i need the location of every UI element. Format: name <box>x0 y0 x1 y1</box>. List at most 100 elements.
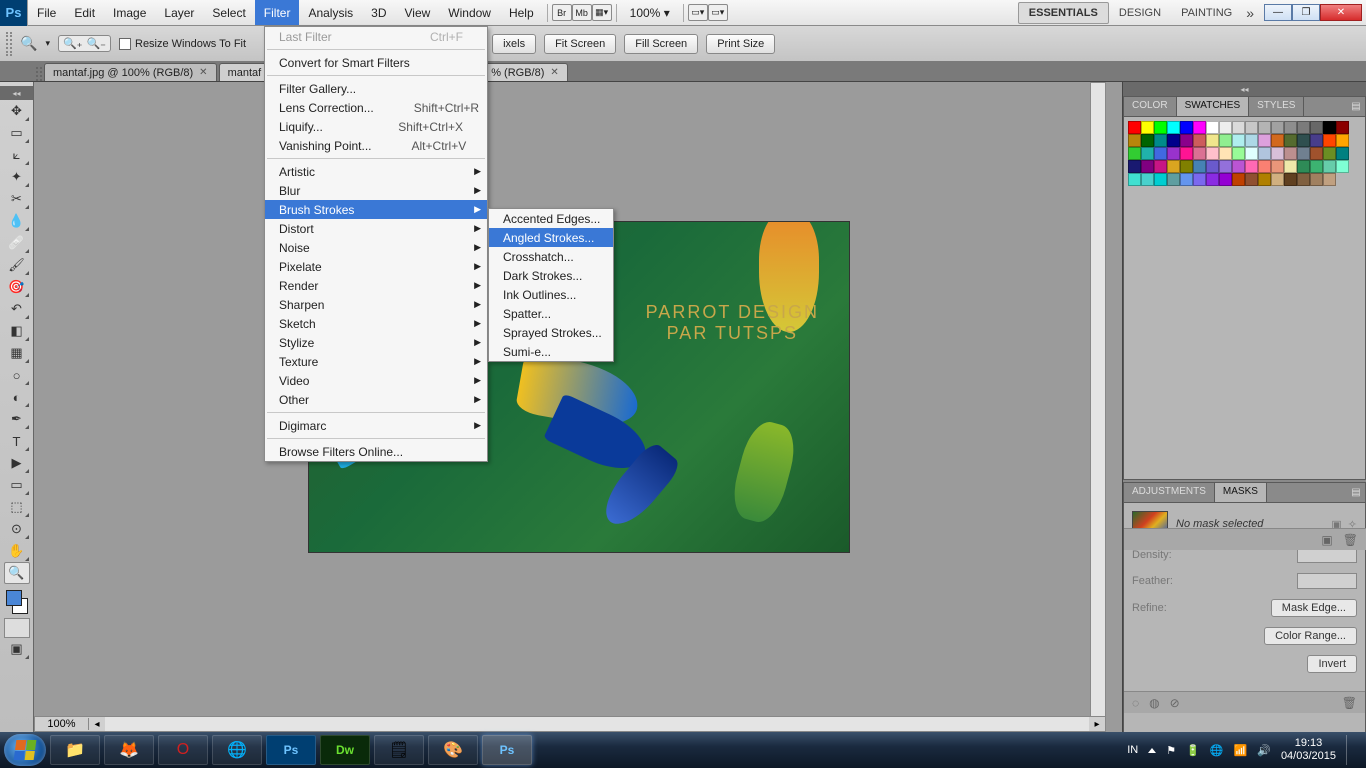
menuitem-convert-for-smart-filters[interactable]: Convert for Smart Filters <box>265 53 487 72</box>
swatch[interactable] <box>1310 173 1323 186</box>
swatch[interactable] <box>1167 134 1180 147</box>
load-selection-icon[interactable]: ◌ <box>1132 696 1139 710</box>
show-desktop-button[interactable] <box>1346 735 1354 765</box>
battery-icon[interactable]: 🔋 <box>1186 744 1200 757</box>
menuitem-other[interactable]: Other▶ <box>265 390 487 409</box>
history-brush-tool[interactable]: ↶ <box>4 298 30 320</box>
screen-mode-button[interactable]: ▭▾ <box>708 4 728 21</box>
3d-tool[interactable]: ⬚ <box>4 496 30 518</box>
crop-tool[interactable]: ✂ <box>4 188 30 210</box>
toolbox-collapse[interactable] <box>0 86 33 100</box>
panels-collapse[interactable] <box>1123 82 1366 96</box>
color-swatches[interactable] <box>4 588 30 616</box>
menuitem-noise[interactable]: Noise▶ <box>265 238 487 257</box>
magic-wand-tool[interactable]: ✦ <box>4 166 30 188</box>
swatch[interactable] <box>1336 147 1349 160</box>
menu-view[interactable]: View <box>395 0 439 25</box>
swatch[interactable] <box>1310 121 1323 134</box>
menuitem-dark-strokes-[interactable]: Dark Strokes... <box>489 266 613 285</box>
swatch[interactable] <box>1232 121 1245 134</box>
swatch[interactable] <box>1232 134 1245 147</box>
swatch[interactable] <box>1258 134 1271 147</box>
swatch[interactable] <box>1258 160 1271 173</box>
swatch[interactable] <box>1323 173 1336 186</box>
close-tab-icon[interactable]: ✕ <box>199 67 207 78</box>
scroll-left-icon[interactable]: ◂ <box>89 719 105 730</box>
menu-image[interactable]: Image <box>104 0 155 25</box>
swatch[interactable] <box>1219 173 1232 186</box>
swatches-grid[interactable] <box>1124 117 1365 190</box>
swatch[interactable] <box>1323 160 1336 173</box>
swatch[interactable] <box>1297 147 1310 160</box>
actual-pixels-button[interactable]: ixels <box>492 34 536 54</box>
swatch[interactable] <box>1271 134 1284 147</box>
swatch[interactable] <box>1128 134 1141 147</box>
menu-filter[interactable]: Filter <box>255 0 300 25</box>
swatch[interactable] <box>1154 147 1167 160</box>
menu-file[interactable]: File <box>28 0 65 25</box>
close-tab-icon[interactable]: ✕ <box>550 67 558 78</box>
menu-layer[interactable]: Layer <box>155 0 203 25</box>
close-button[interactable]: ✕ <box>1320 4 1362 21</box>
swatch[interactable] <box>1128 147 1141 160</box>
swatch[interactable] <box>1284 134 1297 147</box>
swatch[interactable] <box>1284 147 1297 160</box>
swatch[interactable] <box>1245 147 1258 160</box>
lasso-tool[interactable]: ⟀ <box>4 144 30 166</box>
swatch[interactable] <box>1336 160 1349 173</box>
swatch[interactable] <box>1297 134 1310 147</box>
hand-tool[interactable]: ✋ <box>4 540 30 562</box>
swatch[interactable] <box>1180 160 1193 173</box>
print-size-button[interactable]: Print Size <box>706 34 775 54</box>
document-tab[interactable]: mantaf.jpg @ 100% (RGB/8)✕ <box>44 63 217 81</box>
swatch[interactable] <box>1193 173 1206 186</box>
swatch[interactable] <box>1245 121 1258 134</box>
taskbar-clock[interactable]: 19:13 04/03/2015 <box>1281 737 1336 763</box>
swatch[interactable] <box>1284 173 1297 186</box>
swatch[interactable] <box>1219 147 1232 160</box>
apply-mask-icon[interactable]: ◍ <box>1149 696 1159 710</box>
scroll-right-icon[interactable]: ▸ <box>1089 719 1105 730</box>
menuitem-brush-strokes[interactable]: Brush Strokes▶ <box>265 200 487 219</box>
swatch[interactable] <box>1141 121 1154 134</box>
workspace-essentials[interactable]: ESSENTIALS <box>1018 2 1109 24</box>
resize-windows-checkbox[interactable]: Resize Windows To Fit <box>119 38 246 50</box>
menuitem-vanishing-point-[interactable]: Vanishing Point...Alt+Ctrl+V <box>265 136 487 155</box>
3d-camera-tool[interactable]: ⊙ <box>4 518 30 540</box>
swatch[interactable] <box>1193 160 1206 173</box>
swatch[interactable] <box>1167 173 1180 186</box>
swatch[interactable] <box>1141 173 1154 186</box>
maximize-button[interactable]: ❐ <box>1292 4 1320 21</box>
tab-masks[interactable]: MASKS <box>1215 483 1267 502</box>
swatch[interactable] <box>1167 121 1180 134</box>
swatch[interactable] <box>1154 160 1167 173</box>
trash-icon[interactable]: 🗑 <box>1342 696 1357 710</box>
language-indicator[interactable]: IN <box>1127 744 1138 756</box>
move-tool[interactable]: ✥ <box>4 100 30 122</box>
paint-taskbtn[interactable]: 🎨 <box>428 735 478 765</box>
type-tool[interactable]: T <box>4 430 30 452</box>
swatch[interactable] <box>1206 160 1219 173</box>
shape-tool[interactable]: ▭ <box>4 474 30 496</box>
more-workspaces-icon[interactable] <box>1246 5 1254 21</box>
swatch[interactable] <box>1193 147 1206 160</box>
menuitem-angled-strokes-[interactable]: Angled Strokes... <box>489 228 613 247</box>
minibridge-button[interactable]: Mb <box>572 4 592 21</box>
swatch[interactable] <box>1310 160 1323 173</box>
tray-expand-icon[interactable] <box>1148 748 1156 753</box>
menuitem-lens-correction-[interactable]: Lens Correction...Shift+Ctrl+R <box>265 98 487 117</box>
swatch[interactable] <box>1167 147 1180 160</box>
swatch[interactable] <box>1128 173 1141 186</box>
zoom-display[interactable]: 100% ▾ <box>621 0 679 25</box>
menuitem-sprayed-strokes-[interactable]: Sprayed Strokes... <box>489 323 613 342</box>
quickmask-toggle[interactable] <box>4 618 30 638</box>
menuitem-artistic[interactable]: Artistic▶ <box>265 162 487 181</box>
menuitem-distort[interactable]: Distort▶ <box>265 219 487 238</box>
menuitem-filter-gallery-[interactable]: Filter Gallery... <box>265 79 487 98</box>
healing-tool[interactable]: 🩹 <box>4 232 30 254</box>
swatch[interactable] <box>1193 134 1206 147</box>
menuitem-ink-outlines-[interactable]: Ink Outlines... <box>489 285 613 304</box>
feather-field[interactable] <box>1297 573 1357 589</box>
new-swatch-icon[interactable]: ▣ <box>1321 533 1332 547</box>
swatch[interactable] <box>1245 160 1258 173</box>
